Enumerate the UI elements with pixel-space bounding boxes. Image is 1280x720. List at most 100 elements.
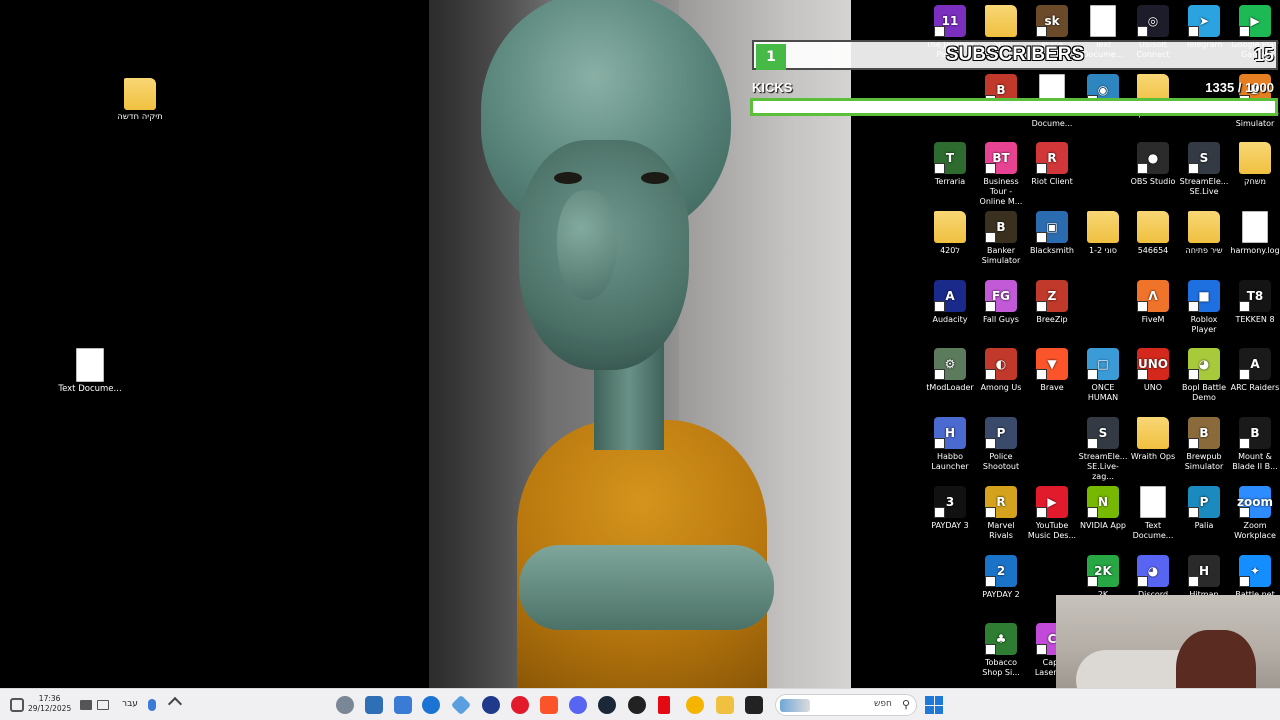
- desktop-icon[interactable]: ■ Roblox Player: [1179, 280, 1229, 335]
- start-button[interactable]: [925, 696, 943, 714]
- openai-icon[interactable]: [628, 696, 646, 714]
- desktop-icon[interactable]: ⚙ tModLoader: [925, 348, 975, 393]
- desktop-icon[interactable]: Λ FiveM: [1128, 280, 1178, 325]
- desktop-icon[interactable]: ● OBS Studio: [1128, 142, 1178, 187]
- desktop-icon[interactable]: S StreamEle... SE.Live-zag...: [1078, 417, 1128, 482]
- microphone-icon[interactable]: [148, 699, 156, 711]
- desktop-icon-text-document[interactable]: Text Docume...: [50, 348, 130, 394]
- desktop-icon[interactable]: ♣ Tobacco Shop Si...: [976, 623, 1026, 678]
- desktop-icon[interactable]: 546654: [1128, 211, 1178, 256]
- notification-icon[interactable]: [10, 698, 24, 712]
- desktop-icon[interactable]: ▶ YouTube Music Des...: [1027, 486, 1077, 541]
- desktop-icon-label: 546654: [1137, 246, 1169, 255]
- desktop-icon[interactable]: שיר פתיחה: [1179, 211, 1229, 256]
- desktop-icon[interactable]: T Terraria: [925, 142, 975, 187]
- network-icon[interactable]: [97, 700, 109, 710]
- app-icon: ▼: [1036, 348, 1068, 380]
- desktop-icon-label: Riot Client: [1031, 177, 1073, 186]
- desktop-icon[interactable]: Z BreeZip: [1027, 280, 1077, 325]
- desktop-icon[interactable]: R Marvel Rivals: [976, 486, 1026, 541]
- desktop-icon[interactable]: סוני 1-2: [1078, 211, 1128, 256]
- desktop-icon[interactable]: ▼ Brave: [1027, 348, 1077, 393]
- text-file-icon: [1090, 5, 1116, 37]
- text-file-icon: [1140, 486, 1166, 518]
- desktop-icon[interactable]: ✦Battle.net: [1230, 555, 1280, 600]
- desktop-icon[interactable]: ▣ Blacksmith: [1027, 211, 1077, 256]
- desktop-icon[interactable]: P Palia: [1179, 486, 1229, 531]
- desktop-icon[interactable]: R Riot Client: [1027, 142, 1077, 187]
- desktop-icon[interactable]: T8 TEKKEN 8: [1230, 280, 1280, 325]
- desktop-icon[interactable]: Wraith Ops: [1128, 417, 1178, 462]
- desktop-icon[interactable]: B Brewpub Simulator: [1179, 417, 1229, 472]
- settings-icon[interactable]: [336, 696, 354, 714]
- desktop-icon-label: StreamEle... SE.Live-zag...: [1078, 452, 1128, 481]
- desktop-icon[interactable]: משחק: [1230, 142, 1280, 187]
- webcam-person: [1176, 630, 1256, 688]
- desktop-icon[interactable]: P Police Shootout: [976, 417, 1026, 472]
- language-indicator[interactable]: עבר: [122, 699, 138, 709]
- discord-icon[interactable]: [569, 696, 587, 714]
- desktop-icon[interactable]: FG Fall Guys: [976, 280, 1026, 325]
- app-icon: ▣: [1036, 211, 1068, 243]
- desktop-icon-new-folder[interactable]: תיקיה חדשה: [100, 78, 180, 122]
- desktop-icon[interactable]: UNO UNO: [1128, 348, 1178, 393]
- brave-icon[interactable]: [540, 696, 558, 714]
- kicks-progress-bar: [750, 98, 1278, 116]
- desktop-icon-label: Police Shootout: [982, 452, 1020, 471]
- steam-icon[interactable]: [598, 696, 616, 714]
- desktop-icon-label: Habbo Launcher: [931, 452, 969, 471]
- desktop-icon-label: FiveM: [1141, 315, 1165, 324]
- app-icon: zoom: [1237, 486, 1273, 518]
- store-icon[interactable]: [394, 696, 412, 714]
- headset-icon[interactable]: [482, 696, 500, 714]
- desktop-icon[interactable]: S StreamEle... SE.Live: [1179, 142, 1229, 197]
- desktop-icon[interactable]: ◕ Bopl Battle Demo: [1179, 348, 1229, 403]
- wallpaper-eye: [554, 172, 582, 184]
- desktop-icon[interactable]: HHitman: [1179, 555, 1229, 600]
- chrome-icon[interactable]: [686, 696, 704, 714]
- app-icon[interactable]: [450, 694, 472, 716]
- search-placeholder: חפש: [874, 699, 892, 709]
- app-icon: □: [1087, 348, 1119, 380]
- desktop-icon[interactable]: ◕Discord: [1128, 555, 1178, 600]
- desktop-icon-label: PAYDAY 3: [931, 521, 969, 530]
- netflix-icon[interactable]: [658, 696, 670, 714]
- clock[interactable]: 17:36 29/12/2025: [28, 694, 71, 714]
- desktop-icon[interactable]: 420ל: [925, 211, 975, 256]
- file-explorer-icon[interactable]: [716, 696, 734, 714]
- volume-icon[interactable]: [80, 700, 92, 710]
- desktop-icon[interactable]: 2 PAYDAY 2: [976, 555, 1026, 600]
- kicks-goal: / 1000: [1237, 80, 1274, 95]
- folder-icon: [1087, 211, 1119, 243]
- desktop-icon[interactable]: B Banker Simulator: [976, 211, 1026, 266]
- desktop-icon[interactable]: H Habbo Launcher: [925, 417, 975, 472]
- folder-icon: [985, 5, 1017, 37]
- desktop-icon[interactable]: 3 PAYDAY 3: [925, 486, 975, 531]
- desktop-icon[interactable]: BT Business Tour - Online M...: [976, 142, 1026, 207]
- desktop-icon-label: tModLoader: [926, 383, 974, 392]
- desktop-icon[interactable]: A Audacity: [925, 280, 975, 325]
- desktop-icon-label: Wraith Ops: [1130, 452, 1176, 461]
- terminal-icon[interactable]: [745, 696, 763, 714]
- text-file-icon: [1242, 211, 1268, 243]
- desktop-icon-label: שיר פתיחה: [1185, 246, 1223, 255]
- app-icon[interactable]: [422, 696, 440, 714]
- search-box[interactable]: חפש ⚲: [775, 694, 917, 716]
- desktop-icon[interactable]: Text Docume...: [1128, 486, 1178, 541]
- desktop-icon[interactable]: zoom Zoom Workplace: [1230, 486, 1280, 541]
- desktop-icon[interactable]: harmony.log: [1230, 211, 1280, 256]
- desktop-icon[interactable]: A ARC Raiders: [1230, 348, 1280, 393]
- desktop-icon[interactable]: N NVIDIA App: [1078, 486, 1128, 531]
- start-tile: [934, 696, 943, 705]
- youtube-music-icon[interactable]: [511, 696, 529, 714]
- photos-icon[interactable]: [365, 696, 383, 714]
- desktop-icon[interactable]: B Mount & Blade II B...: [1230, 417, 1280, 472]
- desktop-icon[interactable]: ◐ Among Us: [976, 348, 1026, 393]
- desktop-icon[interactable]: □ ONCE HUMAN: [1078, 348, 1128, 403]
- kicks-label: KICKS: [752, 80, 793, 95]
- clock-date: 29/12/2025: [28, 704, 72, 713]
- chevron-up-icon[interactable]: [167, 696, 183, 712]
- search-icon: ⚲: [901, 698, 910, 711]
- desktop-icon-label: Palia: [1194, 521, 1214, 530]
- desktop-icon-label: Brewpub Simulator: [1184, 452, 1224, 471]
